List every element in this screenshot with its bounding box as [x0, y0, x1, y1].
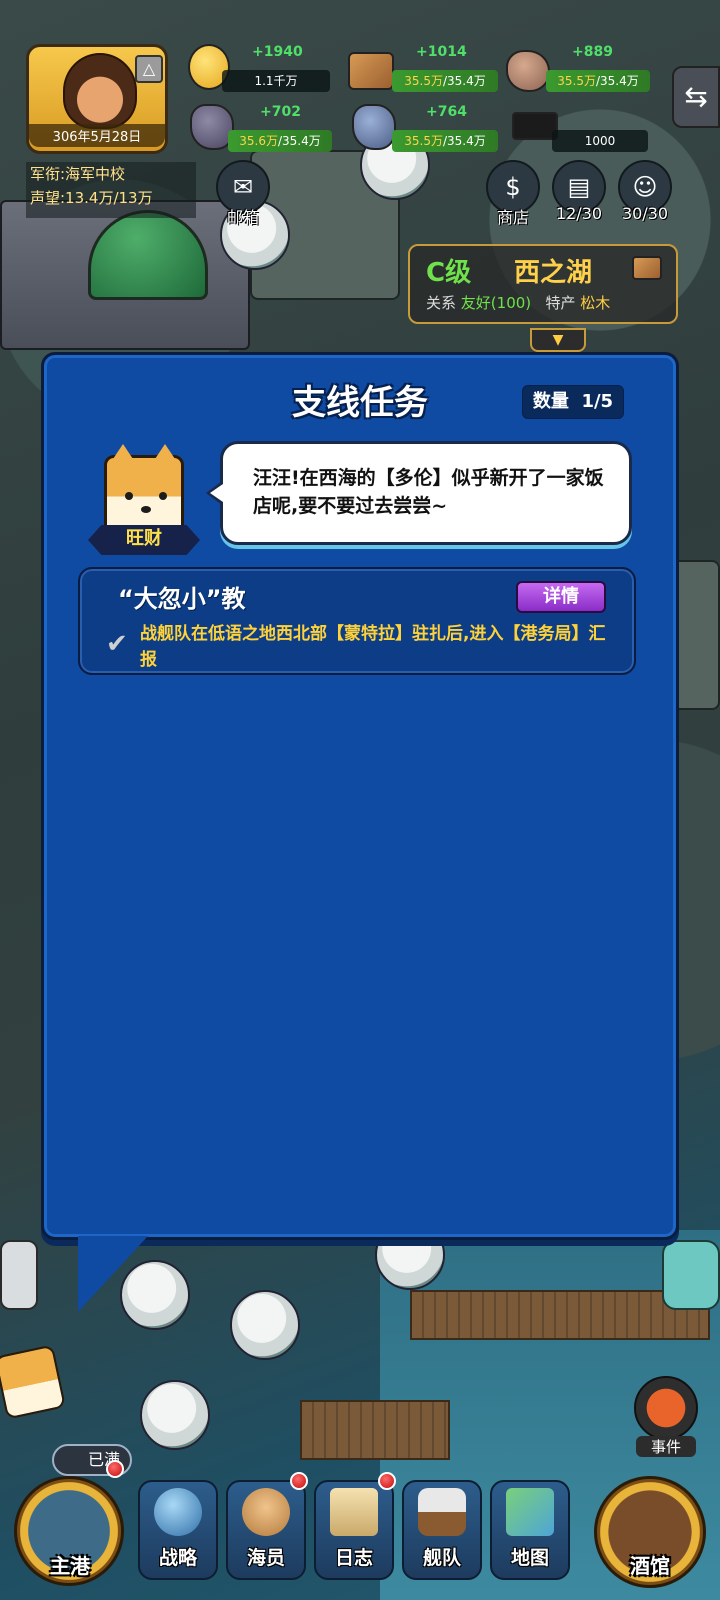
checkmark-icon: ✔ [106, 629, 128, 659]
nav-sailors[interactable]: 海员 [226, 1480, 306, 1580]
region-grade: C级 [426, 258, 472, 288]
detail-button[interactable]: 详情 [516, 581, 606, 613]
cat-npc[interactable] [662, 1240, 720, 1310]
nav-map-label: 地图 [510, 1547, 549, 1569]
shop-label: 商店 [496, 208, 529, 227]
event-label: 事件 [636, 1436, 696, 1457]
quest-card[interactable]: “大忽小”教 详情 ✔ 战舰队在低语之地西北部【蒙特拉】驻扎后,进入【港务局】汇… [78, 567, 636, 675]
region-relation: 关系 友好(100) 特产 松木 [426, 294, 611, 312]
crystal-gain: +764 [426, 104, 467, 120]
game-date: 306年5月28日 [29, 124, 165, 147]
npc-dog-portrait [104, 444, 184, 531]
nav-strategy-label: 战略 [158, 1547, 197, 1569]
coin-amount: 1.1千万 [222, 70, 330, 92]
nav-sailors-label: 海员 [246, 1547, 285, 1569]
book-icon: ▤ [567, 173, 591, 201]
region-name: 西之湖 [514, 258, 593, 288]
rank-triangle-icon: △ [135, 55, 163, 83]
reputation: 声望:13.4万/13万 [30, 189, 153, 207]
wood-gain: +1014 [416, 44, 467, 60]
globe-icon [154, 1488, 202, 1536]
crystal-amount: 35.5万/35.4万 [392, 130, 498, 152]
crystal-icon [352, 104, 396, 150]
nav-log-label: 日志 [334, 1547, 373, 1569]
envelope-icon: ✉ [232, 173, 254, 201]
fleet-count: 30/30 [621, 204, 669, 223]
region-info-panel[interactable]: C级 西之湖 关系 友好(100) 特产 松木 [408, 244, 678, 324]
book-count: 12/30 [555, 204, 603, 223]
swap-arrows-icon: ⇆ [684, 80, 708, 113]
ore-amount: 35.6万/35.4万 [228, 130, 332, 152]
nav-fleet-label: 舰队 [422, 1547, 461, 1569]
notification-dot [378, 1472, 396, 1490]
scroll-icon [330, 1488, 378, 1536]
avatar [63, 53, 137, 129]
stone-amount: 35.5万/35.4万 [546, 70, 650, 92]
quest-description: 战舰队在低语之地西北部【蒙特拉】驻扎后,进入【港务局】汇报 [140, 624, 606, 670]
nav-strategy[interactable]: 战略 [138, 1480, 218, 1580]
money-bag-icon: $ [505, 173, 521, 201]
npc-dialog: 汪汪!在西海的【多伦】似乎新开了一家饭店呢,要不要过去尝尝~ [253, 467, 604, 517]
ship-icon [418, 1488, 466, 1536]
nav-log[interactable]: 日志 [314, 1480, 394, 1580]
quest-title: “大忽小”教 [118, 585, 246, 613]
stone-icon [506, 50, 550, 92]
snow-tree [140, 1380, 210, 1450]
ore-gain: +702 [260, 104, 301, 120]
military-rank: 军衔:海军中校 [30, 165, 126, 183]
ghost-npc[interactable] [0, 1240, 38, 1310]
cap-amount: 1000 [552, 130, 648, 152]
stone-gain: +889 [572, 44, 613, 60]
sailor-icon: ☺ [632, 173, 658, 201]
nav-map[interactable]: 地图 [490, 1480, 570, 1580]
sailor-icon [242, 1488, 290, 1536]
player-avatar-panel[interactable]: △ 306年5月28日 [26, 44, 168, 154]
main-port-label: 主港 [50, 1554, 90, 1578]
notification-dot [106, 1460, 124, 1478]
chevron-down-icon: ▼ [552, 332, 564, 348]
tavern-label: 酒馆 [630, 1554, 670, 1578]
region-collapse-button[interactable]: ▼ [530, 328, 586, 352]
wood-amount: 35.5万/35.4万 [392, 70, 498, 92]
wood-icon [348, 52, 394, 90]
mail-label: 邮箱 [226, 208, 259, 227]
wooden-pier [300, 1400, 450, 1460]
event-button[interactable] [634, 1376, 698, 1440]
nav-fleet[interactable]: 舰队 [402, 1480, 482, 1580]
map-icon [506, 1488, 554, 1536]
npc-name: 旺财 [88, 525, 200, 555]
wood-icon [632, 256, 662, 280]
modal-pointer-tail [78, 1236, 148, 1312]
notification-dot [290, 1472, 308, 1490]
rank-info: 军衔:海军中校 声望:13.4万/13万 [26, 162, 196, 218]
switch-arrows-button[interactable]: ⇆ [672, 66, 720, 128]
side-quest-modal: 支线任务 数量 1/5 旺财 汪汪!在西海的【多伦】似乎新开了一家饭店呢,要不要… [41, 352, 679, 1240]
snow-tree [230, 1290, 300, 1360]
quest-count-badge: 数量 1/5 [522, 385, 624, 419]
speech-bubble: 汪汪!在西海的【多伦】似乎新开了一家饭店呢,要不要过去尝尝~ [220, 441, 632, 545]
coin-gain: +1940 [252, 44, 303, 60]
